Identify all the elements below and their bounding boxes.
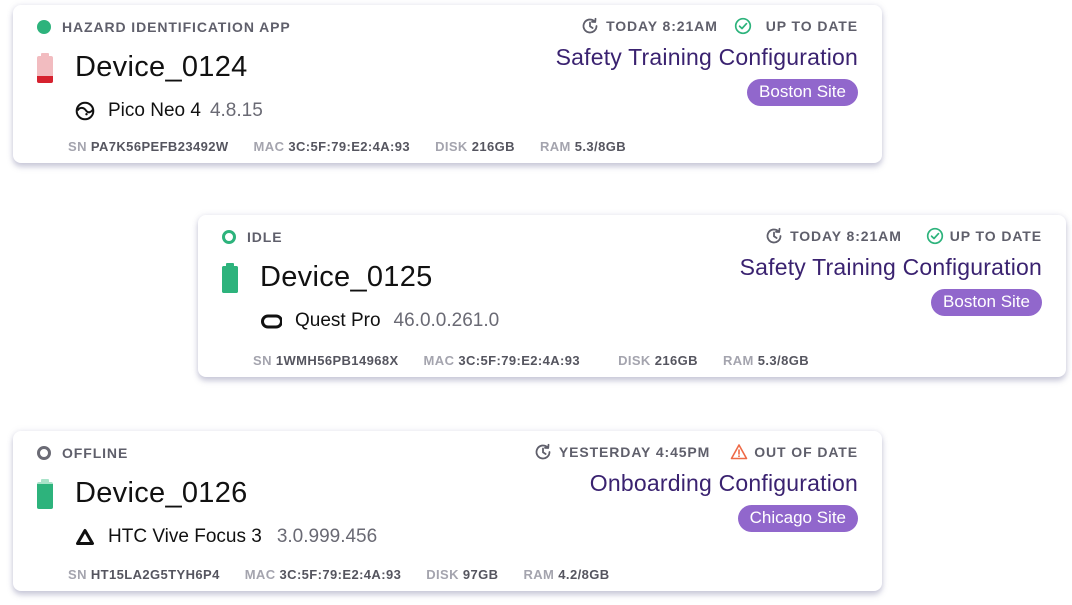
configuration-link[interactable]: Safety Training Configuration	[556, 44, 858, 71]
spec-mac: MAC 3C:5F:79:E2:4A:93	[423, 352, 581, 368]
last-sync: TODAY 8:21AM	[581, 17, 718, 35]
last-sync-label: TODAY 8:21AM	[790, 228, 902, 244]
status-label: HAZARD IDENTIFICATION APP	[62, 19, 291, 35]
status-row: HAZARD IDENTIFICATION APP	[37, 18, 291, 36]
status-row: IDLE	[222, 228, 283, 246]
device-card[interactable]: OFFLINE Device_0126 HTC Vive Focus 3 3.0…	[13, 431, 882, 591]
warning-triangle-icon	[730, 444, 748, 460]
sync-row: TODAY 8:21AM UP TO DATE	[765, 225, 1042, 247]
sync-row: TODAY 8:21AM UP TO DATE	[581, 15, 858, 37]
config-column: TODAY 8:21AM UP TO DATE Safety Training …	[740, 225, 1042, 316]
meta-quest-logo-icon	[261, 314, 282, 329]
model-version: 4.8.15	[209, 100, 263, 121]
model-row: Pico Neo 4 4.8.15	[75, 99, 263, 123]
site-badge[interactable]: Chicago Site	[737, 505, 858, 532]
specs-row: SN PA7K56PEFB23492W MAC 3C:5F:79:E2:4A:9…	[68, 137, 651, 155]
last-sync: TODAY 8:21AM	[765, 227, 902, 245]
device-name: Device_0125	[260, 261, 433, 293]
status-label: OFFLINE	[62, 445, 129, 461]
battery-high-icon	[37, 478, 53, 509]
configuration-link[interactable]: Onboarding Configuration	[590, 470, 858, 497]
spec-disk: DISK 216GB	[618, 352, 698, 368]
update-state: OUT OF DATE	[730, 443, 858, 461]
specs-row: SN 1WMH56PB14968X MAC 3C:5F:79:E2:4A:93 …	[253, 351, 834, 369]
status-offline-ring-icon	[37, 446, 51, 460]
spec-sn: SN HT15LA2G5TYH6P4	[68, 566, 220, 582]
spec-sn: SN 1WMH56PB14968X	[253, 352, 399, 368]
device-card[interactable]: HAZARD IDENTIFICATION APP Device_0124 Pi…	[13, 5, 882, 163]
model-name: HTC Vive Focus 3	[108, 526, 262, 547]
battery-low-icon	[37, 52, 53, 83]
spec-disk: DISK 216GB	[435, 138, 515, 154]
pico-logo-icon	[75, 101, 95, 121]
site-badge[interactable]: Boston Site	[747, 79, 858, 106]
model-version: 46.0.0.261.0	[393, 310, 500, 331]
status-row: OFFLINE	[37, 444, 128, 462]
device-name: Device_0124	[75, 51, 248, 83]
update-state: UP TO DATE	[734, 17, 858, 35]
config-column: TODAY 8:21AM UP TO DATE Safety Training …	[556, 15, 858, 106]
spec-ram: RAM 5.3/8GB	[722, 352, 809, 368]
history-icon	[582, 17, 598, 34]
battery-fill	[37, 484, 53, 509]
status-active-dot-icon	[37, 20, 51, 34]
update-state-label: OUT OF DATE	[754, 444, 858, 460]
spec-ram: RAM 5.3/8GB	[539, 138, 626, 154]
title-row: Device_0126	[37, 477, 248, 510]
config-column: YESTERDAY 4:45PM OUT OF DATE Onboarding …	[534, 441, 858, 532]
battery-fill	[222, 265, 238, 293]
history-icon	[766, 227, 782, 244]
specs-row: SN HT15LA2G5TYH6P4 MAC 3C:5F:79:E2:4A:93…	[68, 565, 635, 583]
last-sync-label: YESTERDAY 4:45PM	[558, 444, 711, 460]
htc-vive-logo-icon	[76, 529, 94, 545]
history-icon	[535, 443, 551, 460]
update-state-label: UP TO DATE	[949, 228, 1042, 244]
model-version: 3.0.999.456	[276, 526, 378, 547]
status-label: IDLE	[247, 229, 283, 245]
check-circle-icon	[734, 17, 751, 35]
check-circle-icon	[926, 227, 943, 245]
title-row: Device_0125	[222, 261, 433, 294]
status-idle-ring-icon	[222, 230, 236, 244]
spec-sn: SN PA7K56PEFB23492W	[68, 138, 229, 154]
sync-row: YESTERDAY 4:45PM OUT OF DATE	[534, 441, 858, 463]
device-name: Device_0126	[75, 477, 248, 509]
model-name: Pico Neo 4	[108, 100, 201, 121]
update-state-label: UP TO DATE	[765, 18, 858, 34]
title-row: Device_0124	[37, 51, 248, 84]
last-sync-label: TODAY 8:21AM	[606, 18, 718, 34]
spec-mac: MAC 3C:5F:79:E2:4A:93	[253, 138, 411, 154]
site-badge[interactable]: Boston Site	[931, 289, 1042, 316]
battery-fill	[37, 75, 53, 83]
battery-full-icon	[222, 262, 238, 293]
spec-disk: DISK 97GB	[426, 566, 499, 582]
last-sync: YESTERDAY 4:45PM	[534, 443, 710, 461]
spec-ram: RAM 4.2/8GB	[523, 566, 610, 582]
model-row: Quest Pro 46.0.0.261.0	[260, 309, 499, 333]
model-row: HTC Vive Focus 3 3.0.999.456	[75, 525, 377, 549]
update-state: UP TO DATE	[926, 227, 1042, 245]
model-name: Quest Pro	[295, 310, 381, 331]
configuration-link[interactable]: Safety Training Configuration	[740, 254, 1042, 281]
device-card[interactable]: IDLE Device_0125 Quest Pro 46.0.0.261.0 …	[198, 215, 1066, 377]
spec-mac: MAC 3C:5F:79:E2:4A:93	[244, 566, 402, 582]
